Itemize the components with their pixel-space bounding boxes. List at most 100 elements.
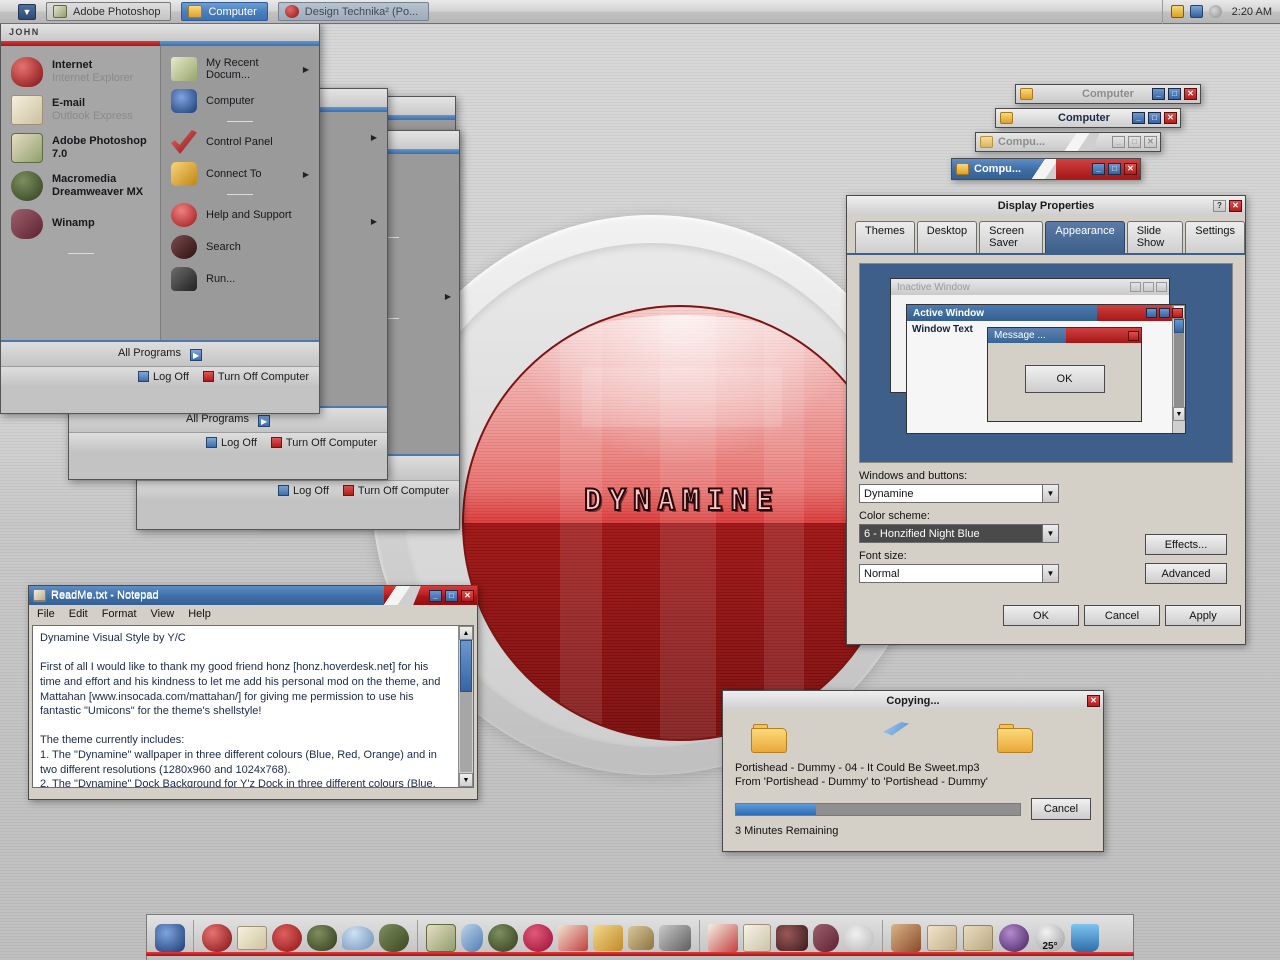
tab-desktop[interactable]: Desktop bbox=[916, 221, 978, 253]
log-off-button[interactable]: Log Off bbox=[138, 371, 189, 383]
maximize-button[interactable]: □ bbox=[1108, 163, 1121, 175]
tab-appearance[interactable]: Appearance bbox=[1045, 221, 1125, 253]
close-button[interactable]: ✕ bbox=[1124, 163, 1137, 175]
taskbar-button-design-technika[interactable]: Design Technika² (Po... bbox=[277, 2, 430, 21]
start-menu-item-computer[interactable]: Computer bbox=[161, 85, 319, 117]
minimize-button[interactable]: _ bbox=[1092, 163, 1105, 175]
weather-icon[interactable]: 25° bbox=[1035, 923, 1065, 952]
minimize-button[interactable] bbox=[1130, 282, 1141, 292]
taskbar-button-computer[interactable]: Computer bbox=[181, 2, 268, 21]
documents-icon[interactable] bbox=[927, 924, 957, 951]
computer-window-sample-3[interactable]: Compu... _ □ ✕ bbox=[975, 132, 1161, 152]
close-button[interactable] bbox=[1172, 308, 1183, 318]
keyboard-icon[interactable] bbox=[1170, 5, 1184, 18]
title-bar[interactable]: Computer _ □ ✕ bbox=[1016, 85, 1200, 103]
start-menu-item-photoshop[interactable]: Adobe Photoshop 7.0 bbox=[1, 129, 160, 167]
chevron-down-icon[interactable]: ▼ bbox=[1042, 525, 1058, 542]
maximize-button[interactable] bbox=[1143, 282, 1154, 292]
start-menu-item-search[interactable]: Search bbox=[161, 231, 319, 263]
network-disconnected-icon[interactable] bbox=[1189, 5, 1203, 18]
chevron-down-icon[interactable]: ▼ bbox=[1042, 565, 1058, 582]
cancel-button[interactable]: Cancel bbox=[1084, 605, 1160, 626]
start-menu[interactable]: JOHN Internet Internet Explorer E-mail O… bbox=[0, 22, 320, 414]
effects-button[interactable]: Effects... bbox=[1145, 534, 1227, 555]
textfile-icon[interactable] bbox=[743, 923, 771, 952]
picture-icon[interactable] bbox=[891, 923, 921, 952]
cd-icon[interactable] bbox=[844, 923, 874, 952]
start-menu-item-help-support[interactable]: Help and Support bbox=[161, 199, 319, 231]
scroll-down-button[interactable]: ▼ bbox=[1173, 407, 1185, 421]
cancel-button[interactable]: Cancel bbox=[1031, 798, 1091, 820]
maximize-button[interactable]: □ bbox=[1148, 112, 1161, 124]
menu-edit[interactable]: Edit bbox=[69, 608, 88, 620]
scrollbar-track[interactable] bbox=[460, 692, 472, 772]
maximize-button[interactable]: □ bbox=[1128, 136, 1141, 148]
turn-off-button[interactable]: Turn Off Computer bbox=[202, 371, 309, 383]
start-menu-item-connect-to[interactable]: Connect To ▶ bbox=[161, 158, 319, 190]
preview-scrollbar[interactable]: ▲ ▼ bbox=[1172, 305, 1185, 433]
log-off-button[interactable]: Log Off bbox=[206, 437, 257, 449]
maximize-button[interactable] bbox=[1159, 308, 1170, 318]
taskbar-button-photoshop[interactable]: Adobe Photoshop bbox=[46, 2, 172, 21]
minimize-button[interactable] bbox=[1146, 308, 1157, 318]
maximize-button[interactable]: □ bbox=[445, 589, 458, 602]
minimize-button[interactable]: _ bbox=[429, 589, 442, 602]
volume-icon[interactable] bbox=[1208, 5, 1222, 18]
close-button[interactable]: ✕ bbox=[1144, 136, 1157, 148]
notepad-icon[interactable] bbox=[461, 923, 483, 952]
title-bar[interactable]: Computer _ □ ✕ bbox=[996, 109, 1180, 127]
messenger-icon[interactable] bbox=[307, 924, 337, 951]
computer-window-sample-1[interactable]: Computer _ □ ✕ bbox=[1015, 84, 1201, 104]
menu-file[interactable]: File bbox=[37, 608, 55, 620]
display-properties-window[interactable]: Display Properties ? ✕ Themes Desktop Sc… bbox=[846, 195, 1246, 645]
scroll-up-button[interactable]: ▲ bbox=[459, 626, 473, 640]
color-scheme-select[interactable]: 6 - Honzified Night Blue ▼ bbox=[859, 524, 1059, 543]
dvd-icon[interactable] bbox=[628, 925, 654, 950]
minimize-button[interactable]: _ bbox=[1152, 88, 1165, 100]
ok-button[interactable]: OK bbox=[1003, 605, 1079, 626]
help-button[interactable]: ? bbox=[1213, 199, 1226, 212]
notepad-scrollbar[interactable]: ▲ ▼ bbox=[458, 626, 473, 787]
music-icon[interactable] bbox=[999, 923, 1029, 952]
close-button[interactable] bbox=[1128, 330, 1139, 341]
title-bar[interactable]: Copying... ✕ bbox=[723, 691, 1103, 710]
firefox-icon[interactable] bbox=[272, 923, 302, 952]
close-button[interactable]: ✕ bbox=[1164, 112, 1177, 124]
log-off-button[interactable]: Log Off bbox=[278, 485, 329, 497]
turn-off-button[interactable]: Turn Off Computer bbox=[342, 485, 449, 497]
notepad-textarea[interactable]: Dynamine Visual Style by Y/C First of al… bbox=[32, 625, 474, 788]
start-menu-item-dreamweaver[interactable]: Macromedia Dreamweaver MX bbox=[1, 167, 160, 205]
computer-window-sample-4[interactable]: Compu... _ □ ✕ bbox=[951, 158, 1141, 180]
camera-icon[interactable] bbox=[659, 924, 691, 951]
start-menu-item-internet[interactable]: Internet Internet Explorer bbox=[1, 53, 160, 91]
trash-icon[interactable] bbox=[1071, 923, 1099, 952]
folder-icon[interactable] bbox=[963, 924, 993, 951]
apply-button[interactable]: Apply bbox=[1165, 605, 1241, 626]
scrollbar-thumb[interactable] bbox=[1174, 319, 1184, 333]
start-menu-item-recent-documents[interactable]: My Recent Docum... ▶ bbox=[161, 53, 319, 85]
copying-dialog[interactable]: Copying... ✕ Portishead - Dummy - 04 - I… bbox=[722, 690, 1104, 852]
start-menu-item-run[interactable]: Run... bbox=[161, 263, 319, 295]
menu-view[interactable]: View bbox=[151, 608, 175, 620]
start-menu-item-control-panel[interactable]: Control Panel bbox=[161, 126, 319, 158]
tab-slide-show[interactable]: Slide Show bbox=[1126, 221, 1184, 253]
fireworks-icon[interactable] bbox=[593, 924, 623, 951]
email-icon[interactable] bbox=[237, 925, 267, 950]
close-button[interactable]: ✕ bbox=[461, 589, 474, 602]
all-programs-button[interactable]: All Programs ▶ bbox=[1, 340, 319, 366]
minimize-button[interactable]: _ bbox=[1132, 112, 1145, 124]
close-button[interactable]: ✕ bbox=[1229, 199, 1242, 212]
acrobat-icon[interactable] bbox=[708, 923, 738, 952]
scrollbar-track[interactable] bbox=[1174, 333, 1184, 407]
minimize-button[interactable]: _ bbox=[1112, 136, 1125, 148]
tab-settings[interactable]: Settings bbox=[1185, 221, 1245, 253]
photoshop-icon[interactable] bbox=[426, 923, 456, 952]
start-button[interactable]: ▼ bbox=[18, 3, 36, 20]
title-bar[interactable]: ReadMe.txt - Notepad ReadMe.txt - Notepa… bbox=[29, 586, 477, 605]
clock[interactable]: 2:20 AM bbox=[1228, 6, 1272, 18]
internet-explorer-icon[interactable] bbox=[202, 923, 232, 952]
scroll-down-button[interactable]: ▼ bbox=[459, 773, 473, 787]
start-menu-item-email[interactable]: E-mail Outlook Express bbox=[1, 91, 160, 129]
illustrator-icon[interactable] bbox=[558, 924, 588, 951]
font-size-select[interactable]: Normal ▼ bbox=[859, 564, 1059, 583]
